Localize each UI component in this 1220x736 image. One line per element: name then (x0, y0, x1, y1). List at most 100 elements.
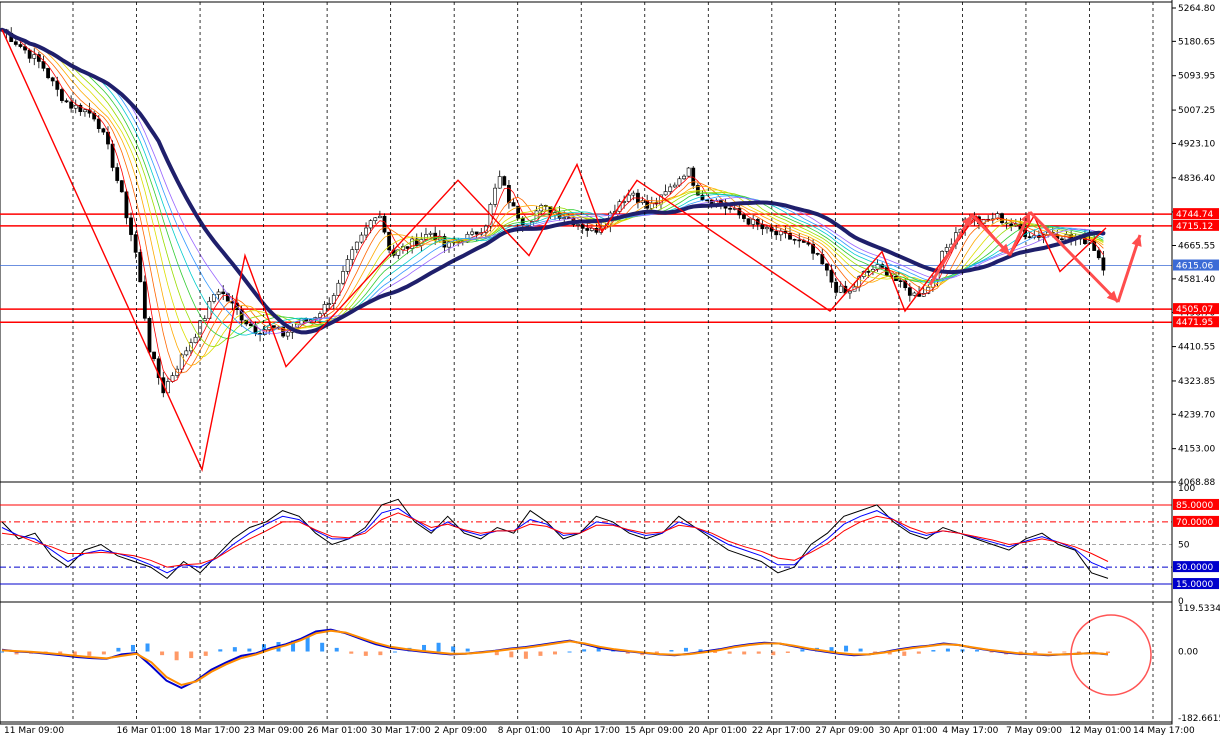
macd-histogram-bar (87, 651, 92, 656)
candle-body (848, 290, 852, 294)
candle-body (428, 232, 433, 235)
candle-body (359, 234, 364, 243)
level-badge-text: 4471.95 (1176, 318, 1213, 328)
candle-body (1101, 257, 1106, 271)
candle-body (138, 252, 143, 283)
y-tick-label: 4581.40 (1178, 275, 1215, 285)
stoch-level-text: 70.0000 (1176, 518, 1213, 528)
price-badges: 4744.74 4715.12 4615.06 4505.07 4471.95 85.00… (1173, 208, 1219, 590)
y-tick-label: 5093.95 (1178, 72, 1215, 82)
candle-body (493, 187, 497, 205)
macd-histogram-bar (945, 648, 950, 652)
candle-body (341, 271, 345, 284)
candle-body (746, 218, 751, 225)
x-tick-label: 20 Apr 01:00 (688, 726, 747, 736)
y-tick-label: 5264.80 (1178, 4, 1215, 14)
candle-body (838, 285, 843, 293)
candle-body (672, 184, 677, 188)
level-badge-text: 4715.12 (1176, 222, 1213, 232)
candle-body (50, 77, 55, 82)
candle-body (663, 191, 668, 196)
level-badge-text: 4505.07 (1176, 305, 1213, 315)
candle-body (829, 269, 834, 283)
macd-histogram-bar (523, 651, 528, 659)
y-tick-label: 4665.55 (1178, 242, 1215, 252)
macd-histogram-bar (378, 651, 383, 656)
candle-body (55, 80, 60, 90)
macd-histogram-bar (0, 651, 4, 653)
x-tick-label: 10 Apr 17:00 (561, 726, 620, 736)
candle-body (248, 323, 253, 327)
candle-body (907, 287, 912, 296)
candle-body (110, 143, 115, 168)
candle-body (1096, 250, 1101, 259)
candle-body (350, 249, 355, 260)
candle-body (124, 191, 129, 219)
panel-frame (0, 1, 1173, 489)
candle-body (470, 231, 474, 235)
stoch-level-text: 85.0000 (1176, 501, 1213, 511)
macd-histogram-bar (669, 650, 674, 652)
candle-body (129, 217, 133, 235)
macd-histogram-bar (931, 650, 936, 652)
macd-histogram-bar (130, 644, 135, 652)
candle-body (18, 44, 23, 47)
candle-body (815, 253, 820, 255)
x-tick-label: 16 Mar 01:00 (117, 726, 177, 736)
candle-body (32, 54, 37, 59)
candle-body (327, 303, 332, 305)
candle-body (184, 350, 189, 356)
macd-histogram-bar (203, 651, 208, 656)
macd-histogram-bar (465, 648, 470, 652)
x-tick-label: 26 Mar 01:00 (307, 726, 367, 736)
macd-histogram-bar (582, 649, 587, 652)
macd-histogram-bar (916, 651, 921, 654)
candle-body (1027, 236, 1032, 238)
candle-body (1060, 238, 1064, 241)
candle-body (221, 291, 226, 295)
candle-body (502, 176, 507, 186)
candle-body (41, 61, 46, 69)
candle-body (944, 247, 949, 252)
x-tick-label: 4 May 17:00 (942, 726, 998, 736)
candle-body (631, 192, 636, 196)
x-tick-label: 27 Apr 09:00 (815, 726, 874, 736)
macd-histogram-bar (844, 645, 849, 652)
stochastic-panel: 100500 (0, 481, 1195, 608)
x-tick-label: 12 May 01:00 (1069, 726, 1131, 736)
y-tick-label: 4239.70 (1178, 410, 1215, 420)
macd-histogram-bar (975, 650, 980, 652)
candle-body (576, 224, 580, 226)
candle-body (797, 239, 802, 242)
candle-body (728, 207, 733, 210)
macd-y-tick: 0.00 (1178, 648, 1198, 658)
macd-histogram-bar (1047, 651, 1052, 653)
candle-body (765, 227, 769, 230)
candle-body (119, 180, 124, 193)
candle-body (792, 239, 797, 241)
y-tick-label: 4153.00 (1178, 445, 1215, 455)
candle-body (115, 167, 120, 181)
macd-histogram-bar (145, 643, 150, 652)
candle-body (101, 128, 106, 133)
y-tick-label: 4923.10 (1178, 139, 1215, 149)
candle-body (64, 100, 69, 103)
macd-histogram-bar (349, 651, 354, 654)
macd-histogram-bar (553, 651, 557, 655)
candle-body (760, 224, 765, 230)
candle-body (336, 282, 341, 296)
candle-body (193, 336, 198, 344)
candle-body (742, 214, 746, 219)
macd-y-tick: 119.5334 (1178, 604, 1220, 614)
candle-body (271, 325, 276, 328)
candle-body (368, 220, 373, 229)
candle-body (96, 118, 101, 129)
candle-body (216, 291, 221, 295)
candle-body (668, 186, 673, 192)
macd-histogram-bar (800, 649, 805, 652)
x-tick-label: 11 Mar 09:00 (4, 726, 64, 736)
candle-body (585, 228, 590, 231)
x-tick-label: 8 Apr 01:00 (498, 726, 551, 736)
macd-histogram-bar (174, 651, 179, 661)
candle-body (898, 280, 903, 283)
